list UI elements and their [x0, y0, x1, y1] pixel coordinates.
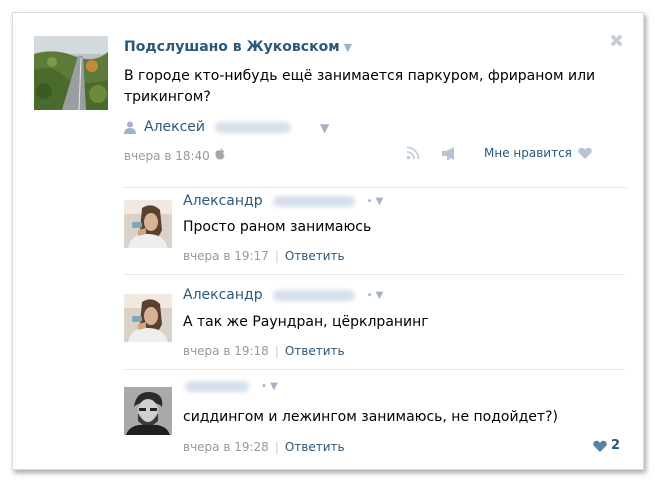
chevron-down-icon[interactable]: • ▼ [261, 381, 278, 392]
chevron-down-icon[interactable]: ▼ [344, 41, 352, 54]
blurred-surname [272, 195, 355, 207]
chevron-down-icon[interactable]: • ▼ [367, 290, 384, 301]
post-meta: вчера в 18:40 [124, 148, 225, 163]
avatar[interactable] [124, 200, 172, 248]
comment-author[interactable]: Александр • ▼ [183, 287, 383, 303]
chevron-down-icon[interactable]: • ▼ [367, 196, 384, 207]
comment-author-name[interactable]: Александр [183, 193, 263, 209]
reply-button[interactable]: Ответить [285, 440, 345, 454]
separator: | [274, 344, 279, 358]
divider [123, 369, 625, 370]
user-icon [124, 121, 136, 134]
group-name[interactable]: Подслушано в Жуковском [124, 39, 340, 55]
avatar[interactable] [124, 294, 172, 342]
comment-text: сиддингом и лежингом занимаюсь, не подой… [183, 409, 558, 425]
reply-button[interactable]: Ответить [285, 249, 345, 263]
rss-icon[interactable] [406, 146, 420, 160]
chevron-down-icon[interactable]: ▼ [320, 121, 329, 135]
comment-time[interactable]: вчера в 19:28 [183, 440, 269, 454]
like-label[interactable]: Мне нравится [484, 146, 572, 160]
comment-author[interactable]: Александр • ▼ [183, 193, 383, 209]
post-text: В городе кто-нибудь ещё занимается парку… [124, 68, 596, 105]
comment-meta: вчера в 19:17 | Ответить [183, 249, 345, 263]
heart-icon[interactable] [593, 440, 607, 452]
author-name[interactable]: Алексей [144, 119, 205, 135]
reply-button[interactable]: Ответить [285, 344, 345, 358]
comment-time[interactable]: вчера в 19:17 [183, 249, 269, 263]
blurred-surname [272, 289, 355, 301]
comment-author-name[interactable]: Александр [183, 287, 263, 303]
heart-icon[interactable] [578, 147, 592, 159]
close-icon[interactable]: ✖ [609, 31, 624, 52]
comment-text: Просто раном занимаюсь [183, 219, 372, 235]
comment-meta: вчера в 19:18 | Ответить [183, 344, 345, 358]
post-card: Подслушано в Жуковском ▼ ✖ В городе кто-н… [12, 12, 644, 470]
comment-meta: вчера в 19:28 | Ответить [183, 440, 345, 454]
comment-time[interactable]: вчера в 19:18 [183, 344, 269, 358]
blurred-name [185, 381, 249, 392]
comment-text: А так же Раундран, цёрклранинг [183, 314, 429, 330]
blurred-surname [215, 121, 292, 133]
divider [123, 274, 625, 275]
megaphone-icon[interactable] [442, 146, 458, 160]
post-author[interactable]: Алексей [124, 119, 292, 135]
group-name-link[interactable]: Подслушано в Жуковском ▼ [124, 39, 352, 55]
group-avatar[interactable] [34, 36, 108, 110]
separator: | [274, 440, 279, 454]
post-time[interactable]: вчера в 18:40 [124, 149, 210, 163]
like-count: 2 [611, 438, 621, 453]
avatar[interactable] [124, 387, 172, 435]
post-actions: Мне нравится [406, 146, 592, 160]
separator: | [274, 249, 279, 263]
divider [123, 187, 627, 188]
apple-icon [215, 148, 225, 163]
comment-like-button[interactable]: 2 [593, 438, 620, 453]
comment-author[interactable]: • ▼ [183, 381, 278, 392]
